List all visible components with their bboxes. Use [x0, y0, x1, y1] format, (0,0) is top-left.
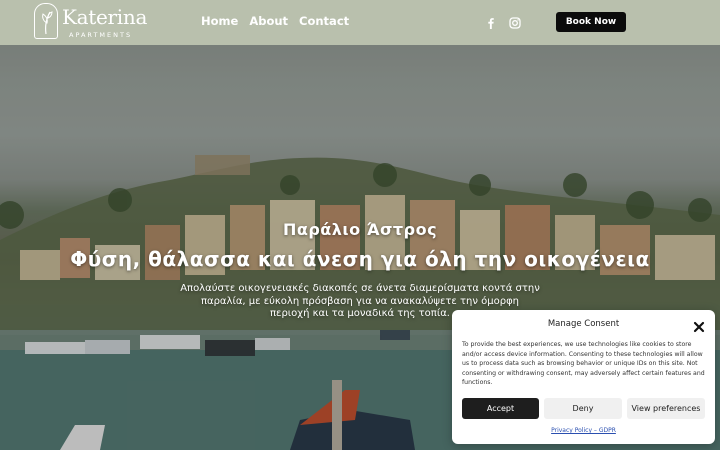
- view-preferences-button[interactable]: View preferences: [627, 398, 705, 419]
- facebook-icon[interactable]: [484, 15, 498, 29]
- hero-eyebrow: Παράλιο Άστρος: [282, 220, 438, 239]
- hero-content: Παράλιο Άστρος Φύση, θάλασσα και άνεση γ…: [0, 220, 720, 321]
- cookie-consent-dialog: Manage Consent To provide the best exper…: [452, 310, 715, 444]
- consent-title: Manage Consent: [547, 319, 620, 329]
- accept-button[interactable]: Accept: [462, 398, 539, 419]
- leaf-icon: [34, 3, 58, 39]
- consent-body: To provide the best experiences, we use …: [462, 341, 705, 386]
- main-nav: Home About Contact: [201, 14, 349, 28]
- site-header: Katerina APARTMENTS Home About Contact B…: [0, 0, 720, 45]
- nav-item-about[interactable]: About: [249, 14, 288, 28]
- instagram-icon[interactable]: [508, 15, 522, 29]
- book-now-button[interactable]: Book Now: [556, 12, 626, 32]
- close-icon[interactable]: [693, 318, 705, 333]
- hero-title: Φύση, θάλασσα και άνεση για όλη την οικο…: [70, 247, 650, 271]
- deny-button[interactable]: Deny: [544, 398, 622, 419]
- brand-logo[interactable]: Katerina APARTMENTS: [34, 3, 147, 41]
- social-links: [484, 15, 522, 29]
- consent-buttons: Accept Deny View preferences: [462, 398, 705, 419]
- brand-name: Katerina: [62, 5, 148, 29]
- brand-subtitle: APARTMENTS: [69, 31, 133, 39]
- nav-item-contact[interactable]: Contact: [299, 14, 349, 28]
- nav-item-home[interactable]: Home: [201, 14, 238, 28]
- privacy-policy-link[interactable]: Privacy Policy – GDPR: [452, 427, 715, 434]
